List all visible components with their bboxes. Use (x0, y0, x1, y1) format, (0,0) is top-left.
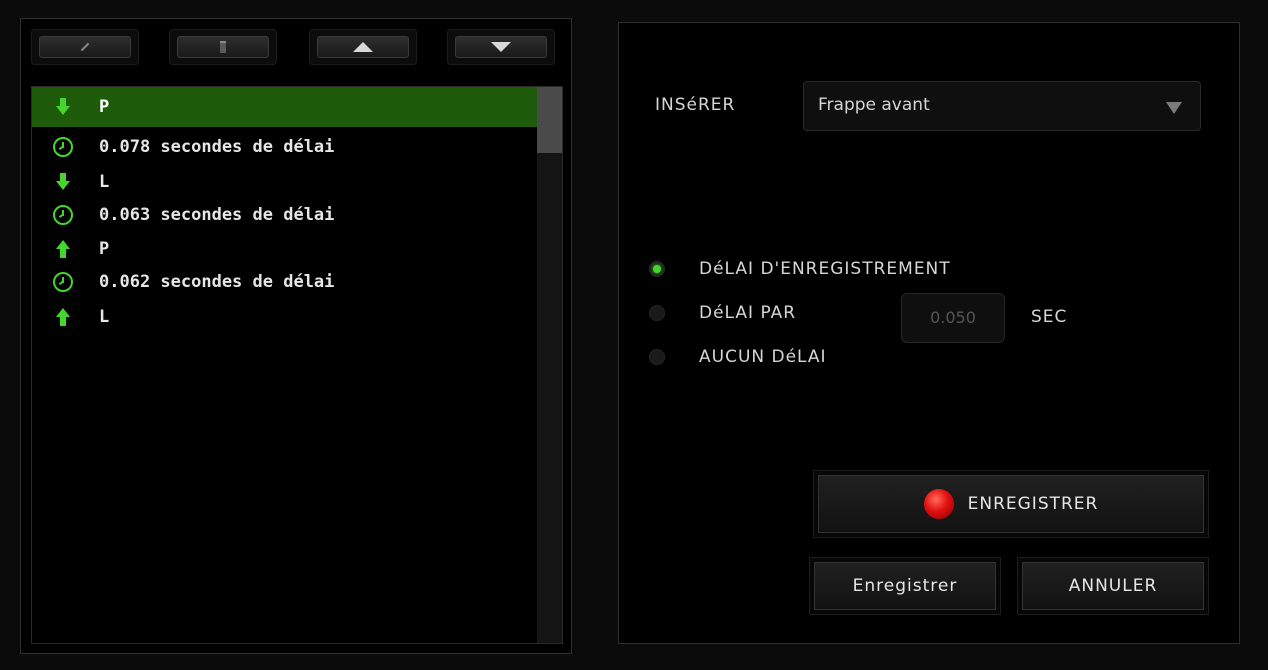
key-up-arrow-icon (52, 306, 74, 328)
move-down-button[interactable] (447, 29, 555, 65)
save-button[interactable]: Enregistrer (809, 557, 1001, 615)
list-item[interactable]: 0.063 secondes de délai (32, 195, 538, 235)
list-item-label: P (99, 239, 110, 259)
list-item-label: 0.063 secondes de délai (99, 205, 335, 225)
key-up-arrow-icon (52, 238, 74, 260)
clock-icon (52, 136, 74, 158)
radio-label: DéLAI D'ENREGISTREMENT (699, 259, 951, 279)
key-down-arrow-icon (52, 96, 74, 118)
list-item-label: 0.078 secondes de délai (99, 137, 335, 157)
radio-button[interactable] (649, 261, 665, 277)
macro-list[interactable]: P 0.078 secondes de délai L 0.063 second… (31, 86, 563, 644)
record-button[interactable]: ENREGISTRER (813, 470, 1209, 538)
key-down-arrow-icon (52, 171, 74, 193)
macro-editor-panel: P 0.078 secondes de délai L 0.063 second… (20, 18, 572, 654)
pencil-icon (80, 42, 90, 52)
list-item-label: L (99, 307, 110, 327)
move-up-button[interactable] (309, 29, 417, 65)
save-button-label: Enregistrer (852, 576, 958, 596)
insert-label: INSéRER (655, 95, 736, 115)
list-item[interactable]: L (32, 167, 538, 197)
list-item-label: L (99, 172, 110, 192)
record-button-label: ENREGISTRER (967, 494, 1099, 514)
delay-unit-label: SEC (1031, 307, 1068, 327)
delay-input[interactable]: 0.050 (901, 293, 1005, 343)
trash-icon (220, 41, 226, 53)
list-item-label: P (99, 97, 110, 117)
arrow-down-icon (491, 42, 511, 52)
radio-label: DéLAI PAR (699, 303, 797, 323)
radio-no-delay[interactable]: AUCUN DéLAI (649, 345, 826, 369)
scrollbar[interactable] (537, 87, 562, 643)
delete-button[interactable] (169, 29, 277, 65)
arrow-up-icon (353, 42, 373, 52)
record-icon (923, 489, 954, 519)
radio-label: AUCUN DéLAI (699, 347, 827, 367)
list-item[interactable]: P (32, 87, 538, 127)
insert-type-dropdown[interactable]: Frappe avant (803, 81, 1201, 131)
list-item-label: 0.062 secondes de délai (99, 272, 335, 292)
radio-record-delay[interactable]: DéLAI D'ENREGISTREMENT (649, 257, 950, 281)
insert-type-value: Frappe avant (818, 95, 930, 115)
edit-button[interactable] (31, 29, 139, 65)
scrollbar-thumb[interactable] (537, 87, 562, 153)
clock-icon (52, 271, 74, 293)
list-item[interactable]: L (32, 301, 538, 333)
radio-delay-per[interactable]: DéLAI PAR (649, 301, 795, 325)
cancel-button[interactable]: ANNULER (1017, 557, 1209, 615)
clock-icon (52, 204, 74, 226)
list-item[interactable]: 0.062 secondes de délai (32, 261, 538, 303)
radio-button[interactable] (649, 305, 665, 321)
chevron-down-icon (1166, 102, 1182, 114)
cancel-button-label: ANNULER (1068, 576, 1158, 596)
insert-settings-panel: INSéRER Frappe avant DéLAI D'ENREGISTREM… (618, 22, 1240, 644)
radio-button[interactable] (649, 349, 665, 365)
list-item[interactable]: 0.078 secondes de délai (32, 127, 538, 167)
